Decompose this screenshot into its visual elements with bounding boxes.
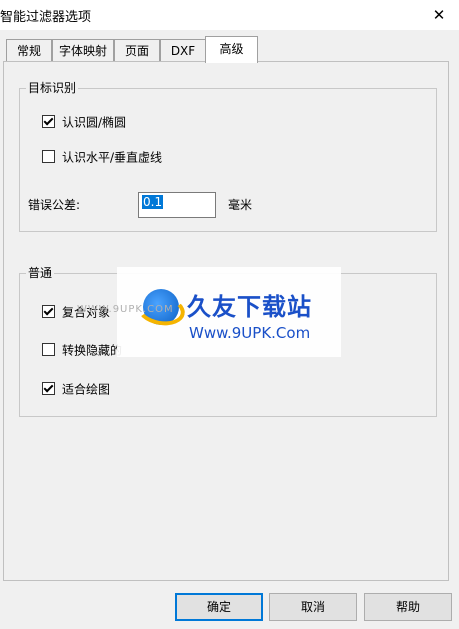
recognize-lines-checkbox[interactable]: 认识水平/垂直虚线: [42, 149, 162, 165]
tab-label: 页面: [124, 44, 149, 58]
recognize-circle-checkbox[interactable]: 认识圆/椭圆: [42, 114, 126, 130]
tab-label: DXF: [170, 44, 196, 58]
cancel-button[interactable]: 取消: [269, 593, 357, 621]
tab-general[interactable]: 常规: [6, 39, 52, 61]
close-icon: ✕: [432, 6, 446, 24]
checkbox-label: 适合绘图: [62, 382, 111, 397]
checkmark-icon: [42, 382, 55, 395]
tolerance-label: 错误公差:: [28, 198, 81, 212]
tab-advanced[interactable]: 高级: [205, 36, 258, 63]
watermark-ghost-text: WWW.9UPK.COM: [77, 304, 174, 315]
tolerance-input[interactable]: 0.1: [138, 192, 216, 218]
tab-label: 字体映射: [58, 44, 107, 58]
checkbox-label: 转换隐藏的: [62, 343, 123, 358]
window-title: 智能过滤器选项: [0, 10, 92, 25]
checkbox-box: [42, 343, 55, 356]
tab-label: 高级: [219, 42, 244, 56]
checkmark-icon: [42, 115, 55, 128]
tolerance-unit: 毫米: [228, 198, 253, 212]
help-button[interactable]: 帮助: [364, 593, 452, 621]
button-label: 取消: [300, 600, 325, 614]
button-label: 帮助: [395, 600, 420, 614]
group-title: 目标识别: [26, 80, 79, 96]
watermark-brand: 久友下载站: [187, 293, 312, 321]
tab-page[interactable]: 页面: [114, 39, 160, 61]
convert-hidden-checkbox[interactable]: 转换隐藏的: [42, 342, 122, 358]
checkbox-box: [42, 150, 55, 163]
ok-button[interactable]: 确定: [175, 593, 263, 621]
button-label: 确定: [206, 600, 231, 614]
title-bar: 智能过滤器选项 ✕: [0, 0, 459, 30]
watermark-overlay: 久友下载站 Www.9UPK.Com WWW.9UPK.COM: [77, 267, 341, 357]
checkbox-label: 认识水平/垂直虚线: [62, 150, 163, 165]
tab-label: 常规: [16, 44, 41, 58]
group-title: 普通: [26, 265, 55, 281]
tab-dxf[interactable]: DXF: [160, 39, 206, 61]
close-button[interactable]: ✕: [419, 0, 459, 30]
fit-drawing-checkbox[interactable]: 适合绘图: [42, 381, 110, 397]
watermark-url: Www.9UPK.Com: [189, 324, 311, 342]
tab-font-mapping[interactable]: 字体映射: [52, 39, 114, 61]
checkmark-icon: [42, 305, 55, 318]
tolerance-value: 0.1: [142, 195, 164, 209]
checkbox-label: 认识圆/椭圆: [62, 115, 127, 130]
